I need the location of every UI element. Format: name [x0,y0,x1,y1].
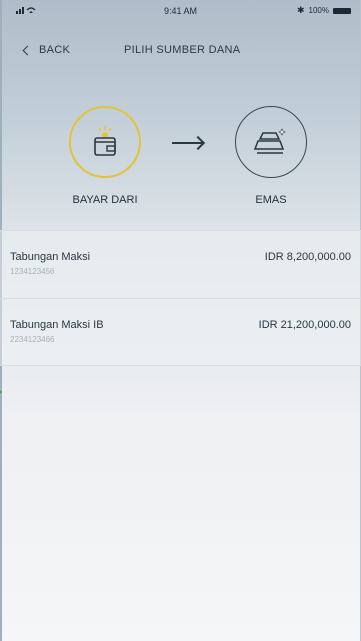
gold-bars-icon [254,128,286,154]
app-screen: 9:41 AM ✱ 100% BACK PILIH SUMBER DANA BA… [0,0,361,641]
list-item[interactable]: Tabungan Maksi IB 2234123466 IDR 21,200,… [0,298,361,366]
battery-icon [333,7,351,14]
pay-from-circle [69,106,141,178]
list-item[interactable]: Tabungan Maksi 1234123456 IDR 8,200,000.… [0,230,361,298]
account-balance: IDR 8,200,000.00 [264,251,351,263]
chevron-left-icon [22,45,33,56]
back-button[interactable]: BACK [22,44,71,56]
account-balance: IDR 21,200,000.00 [258,319,351,331]
arrow-right-icon [172,142,202,144]
flow-connector-marker [0,387,2,397]
bluetooth-icon: ✱ [296,5,305,15]
back-label: BACK [39,44,71,56]
account-name: Tabungan Maksi [10,251,91,263]
wallet-icon [94,126,116,156]
destination-label: EMAS [255,194,287,206]
page-title: PILIH SUMBER DANA [124,44,241,56]
account-list: Tabungan Maksi 1234123456 IDR 8,200,000.… [0,230,361,366]
pay-from-label: BAYAR DARI [72,194,138,206]
transfer-flow: BAYAR DARI EMAS [0,100,361,210]
battery-percent: 100% [308,6,329,15]
status-right: ✱ 100% [297,5,351,16]
navigation-bar: BACK PILIH SUMBER DANA [0,40,361,64]
account-number: 1234123456 [10,267,55,276]
account-number: 2234123466 [10,335,55,344]
account-name: Tabungan Maksi IB [10,319,104,331]
status-bar: 9:41 AM ✱ 100% [0,0,361,22]
destination-circle [235,106,307,178]
